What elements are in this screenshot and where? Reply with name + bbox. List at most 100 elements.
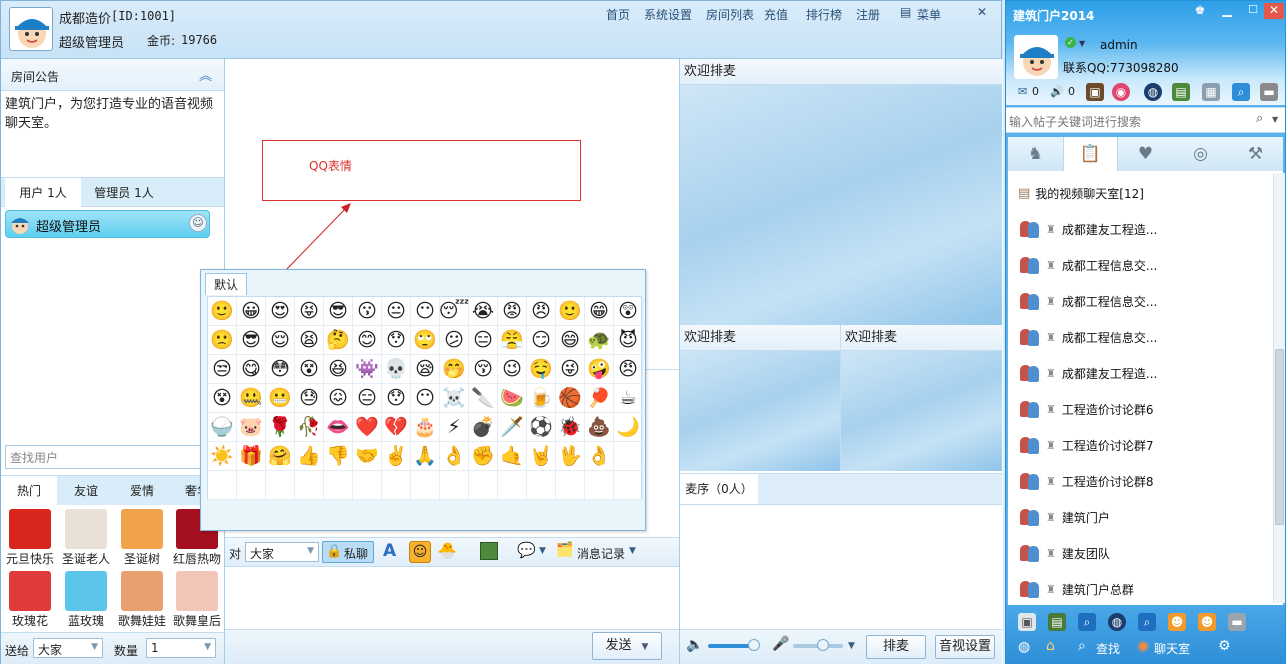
emoji-item[interactable]: ⚽ xyxy=(527,413,556,442)
private-chat-button[interactable]: 🔒 私聊 xyxy=(322,541,374,563)
av-settings-button[interactable]: 音视设置 xyxy=(935,635,995,659)
emoji-item[interactable]: 🎁 xyxy=(237,442,266,471)
sticker-icon[interactable]: 🐣 xyxy=(437,541,457,560)
emoji-item[interactable]: 😀 xyxy=(237,297,266,326)
emoji-item[interactable]: 😕 xyxy=(440,326,469,355)
chatroom-item[interactable]: ♜ 工程造价讨论群7 xyxy=(1008,427,1270,463)
tab-gift-hot[interactable]: 热门 xyxy=(1,476,57,506)
scrollbar-thumb[interactable] xyxy=(1275,349,1284,525)
tools-icon[interactable]: ⚒ xyxy=(1228,137,1283,171)
emoji-item[interactable]: ❤️ xyxy=(353,413,382,442)
emoji-item[interactable]: 😋 xyxy=(237,355,266,384)
emoji-item[interactable]: 🌹 xyxy=(266,413,295,442)
emoji-item[interactable]: 😓 xyxy=(295,384,324,413)
online-status-icon[interactable]: ✓ xyxy=(1065,37,1076,48)
contacts-icon[interactable]: ♞ xyxy=(1008,137,1063,171)
group-icon[interactable]: ☻ xyxy=(1168,613,1186,631)
user-avatar[interactable] xyxy=(9,7,53,51)
emoji-item[interactable]: ✌️ xyxy=(382,442,411,471)
gift-item[interactable]: 歌舞皇后 xyxy=(169,571,225,629)
emoji-item[interactable]: 🤙 xyxy=(498,442,527,471)
emoji-item[interactable]: 💣 xyxy=(469,413,498,442)
emoji-item[interactable]: 😊 xyxy=(353,326,382,355)
emoji-item[interactable]: 🍉 xyxy=(498,384,527,413)
find-button[interactable]: 查找 xyxy=(1096,640,1120,657)
search-tool-icon[interactable]: ⌕ xyxy=(1138,613,1156,631)
emoji-item[interactable]: 😏 xyxy=(527,326,556,355)
emoji-item[interactable]: 🖖 xyxy=(556,442,585,471)
emoji-item[interactable]: 😝 xyxy=(295,297,324,326)
sub-video-right[interactable]: 欢迎排麦 xyxy=(841,325,1002,471)
emoji-item[interactable]: 😎 xyxy=(324,297,353,326)
minimize-icon[interactable]: ▁ xyxy=(1216,3,1238,19)
tab-queue[interactable]: 麦序（0人） xyxy=(680,474,758,504)
emoji-item[interactable]: 🍚 xyxy=(208,413,237,442)
emoji-item[interactable]: 🐷 xyxy=(237,413,266,442)
search-tool-icon[interactable]: ⌕ xyxy=(1078,613,1096,631)
user-status-icon[interactable]: ☺ xyxy=(189,214,207,232)
emoji-item[interactable]: 🐢 xyxy=(585,326,614,355)
search-icon[interactable]: ⌕ xyxy=(1078,638,1086,654)
close-icon[interactable]: ✕ xyxy=(1264,3,1284,19)
emoji-item[interactable]: 🎂 xyxy=(411,413,440,442)
emoji-item[interactable]: 😉 xyxy=(498,355,527,384)
chevron-down-icon[interactable]: ▼ xyxy=(629,546,636,556)
emoji-item[interactable]: 🙏 xyxy=(411,442,440,471)
emoji-item[interactable]: 🤗 xyxy=(266,442,295,471)
emoji-item[interactable]: 🔪 xyxy=(469,384,498,413)
emoji-item[interactable]: 💀 xyxy=(382,355,411,384)
clipboard-icon[interactable]: 📋 xyxy=(1063,137,1118,171)
emoji-item[interactable]: 😆 xyxy=(324,355,353,384)
chatroom-item[interactable]: ♜ 工程造价讨论群8 xyxy=(1008,463,1270,499)
volume-icon[interactable]: 🔊 xyxy=(1050,85,1064,98)
user-list-item[interactable]: 超级管理员 ☺ xyxy=(5,210,210,238)
chevron-down-icon[interactable]: ▼ xyxy=(539,546,546,556)
collapse-icon[interactable]: ︽ xyxy=(199,65,212,84)
emoji-item[interactable]: 😎 xyxy=(237,326,266,355)
emoji-item[interactable]: 🗡️ xyxy=(498,413,527,442)
doc-icon[interactable]: ▦ xyxy=(1202,83,1220,101)
heart-icon[interactable]: ♥ xyxy=(1118,137,1173,171)
chevron-down-icon[interactable]: ▼ xyxy=(848,641,855,651)
globe-icon[interactable]: ◍ xyxy=(1144,83,1162,101)
emoji-item[interactable]: 😒 xyxy=(208,355,237,384)
close-icon[interactable]: ✕ xyxy=(969,3,995,21)
volume-slider-handle[interactable] xyxy=(748,639,760,651)
mic-slider-handle[interactable] xyxy=(817,639,829,651)
chatroom-item[interactable]: ♜ 成都建友工程造... xyxy=(1008,211,1270,247)
game-icon[interactable]: ▤ xyxy=(1048,613,1066,631)
emoji-item[interactable]: 😄 xyxy=(556,326,585,355)
compass-icon[interactable]: ◎ xyxy=(1173,137,1228,171)
tab-emoji-default[interactable]: 默认 xyxy=(205,273,247,295)
emoji-item[interactable]: 😗 xyxy=(353,297,382,326)
main-video-area[interactable] xyxy=(680,85,1002,325)
tab-admins[interactable]: 管理员 1人 xyxy=(85,178,163,208)
chevron-down-icon[interactable]: ▼ xyxy=(1079,39,1085,48)
gift-item[interactable]: 圣诞树 xyxy=(114,509,170,567)
emoji-item[interactable]: 😑 xyxy=(353,384,382,413)
emoji-item[interactable]: 🤐 xyxy=(237,384,266,413)
chatroom-item[interactable]: ♜ 成都工程信息交... xyxy=(1008,247,1270,283)
chatroom-item[interactable]: ♜ 建友团队 xyxy=(1008,535,1270,571)
message-history-button[interactable]: 消息记录 xyxy=(577,545,625,562)
emoji-item[interactable]: 😯 xyxy=(382,326,411,355)
emoji-item[interactable]: 🏀 xyxy=(556,384,585,413)
gift-item[interactable]: 蓝玫瑰 xyxy=(58,571,114,629)
bubble-icon[interactable]: 💬 xyxy=(517,541,536,559)
gift-item[interactable]: 元旦快乐 xyxy=(2,509,58,567)
emoji-item[interactable]: 😠 xyxy=(614,355,643,384)
post-search-input[interactable]: 输入帖子关键词进行搜索 xyxy=(1009,113,1141,130)
home-icon[interactable]: ⌂ xyxy=(1046,638,1055,654)
chevron-down-icon[interactable]: ▼ xyxy=(1272,115,1278,124)
emoji-item[interactable]: 😵 xyxy=(295,355,324,384)
emoji-item[interactable]: 👌 xyxy=(585,442,614,471)
send-to-select[interactable]: 大家 ▼ xyxy=(33,638,103,658)
emoji-item[interactable]: 😴 xyxy=(439,297,469,326)
emoji-item[interactable]: 💔 xyxy=(382,413,411,442)
chat-to-select[interactable]: 大家 ▼ xyxy=(245,542,319,562)
image-icon[interactable] xyxy=(480,542,498,560)
emoji-item[interactable]: ☀️ xyxy=(208,442,237,471)
gift-item[interactable]: 歌舞娃娃 xyxy=(114,571,170,629)
gear-icon[interactable]: ⚙ xyxy=(1218,638,1231,654)
chatroom-button[interactable]: 聊天室 xyxy=(1154,640,1190,657)
